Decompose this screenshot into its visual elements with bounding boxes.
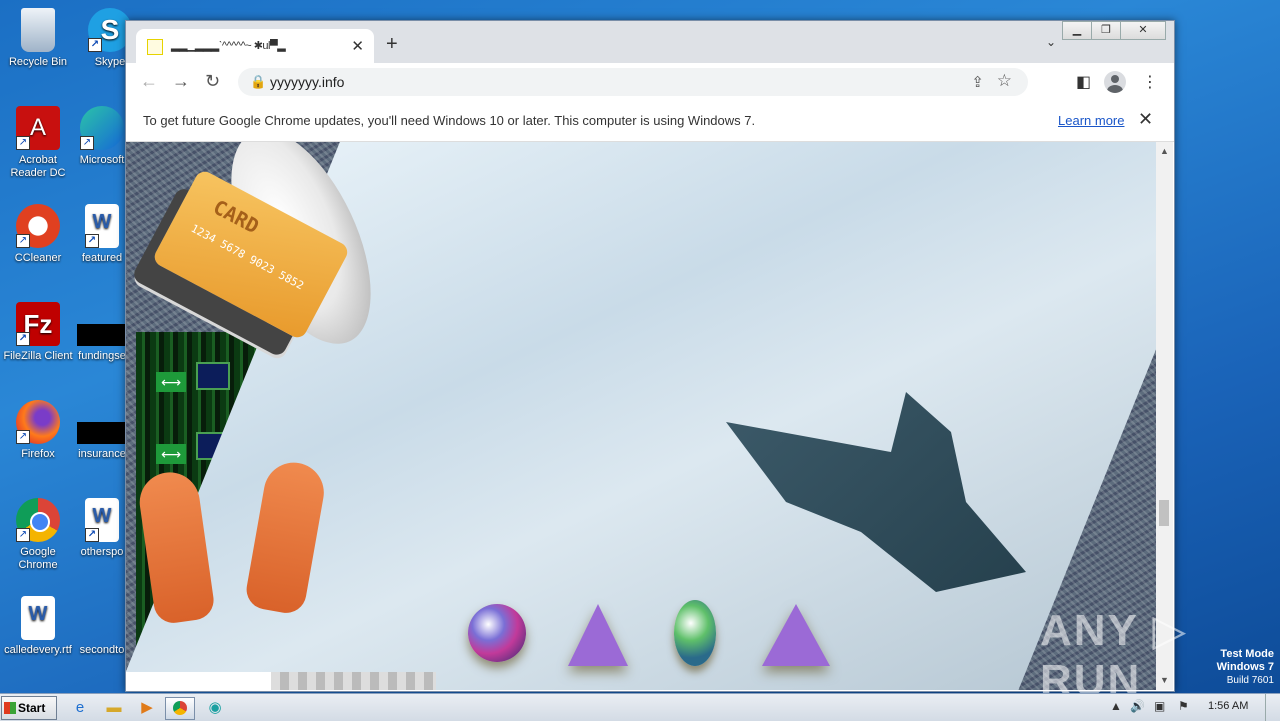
restore-button[interactable]: ❐ <box>1091 21 1121 40</box>
chrome-icon: ↗ <box>16 498 60 542</box>
window-controls: ▁ ❐ ✕ <box>1062 21 1166 40</box>
tab-search-chevron-icon[interactable]: ⌄ <box>1046 35 1056 49</box>
system-clock[interactable]: 1:56 AM <box>1208 700 1248 712</box>
ccleaner-icon: ↗ <box>16 204 60 248</box>
favicon-icon <box>147 39 163 55</box>
forward-button[interactable]: → <box>172 71 190 92</box>
glass-pyramid-image <box>762 604 830 666</box>
new-tab-button[interactable]: + <box>386 33 398 56</box>
file-icon <box>80 596 124 640</box>
building-window <box>196 362 230 390</box>
glass-pyramid-image <box>568 604 628 666</box>
desktop-icon-recycle-bin[interactable]: Recycle Bin <box>0 8 76 69</box>
bookmark-star-icon[interactable]: ☆ <box>997 71 1012 91</box>
firefox-icon: ↗ <box>16 400 60 444</box>
back-button[interactable]: ← <box>140 71 158 92</box>
start-button[interactable]: Start <box>1 696 57 720</box>
file-icon <box>77 422 127 444</box>
recycle-bin-icon <box>21 8 55 52</box>
address-bar[interactable]: 🔒 yyyyyyy.info ⇪ ☆ <box>238 68 1028 96</box>
word-doc-icon: W ↗ <box>85 204 119 248</box>
taskbar-media-player-icon[interactable]: ▶ <box>133 697 161 718</box>
reload-button[interactable]: ↻ <box>205 71 220 92</box>
desktop-icon-label: Recycle Bin <box>8 56 68 68</box>
arrow-icon: ⟷ <box>156 444 186 464</box>
white-strip <box>126 672 271 690</box>
show-desktop-button[interactable] <box>1265 694 1280 721</box>
side-panel-icon[interactable]: ◧ <box>1076 72 1091 92</box>
scroll-thumb[interactable] <box>1159 500 1169 526</box>
action-center-flag-icon[interactable]: ⚑ <box>1178 699 1189 713</box>
network-icon[interactable]: ▣ <box>1154 699 1165 713</box>
close-tab-icon[interactable]: ✕ <box>351 37 364 55</box>
windows-logo-icon <box>4 702 16 714</box>
start-label: Start <box>18 701 46 715</box>
volume-icon[interactable]: 🔊 <box>1130 699 1145 713</box>
edge-icon: ↗ <box>80 106 124 150</box>
filezilla-icon: Fz ↗ <box>16 302 60 346</box>
acrobat-icon: A ↗ <box>16 106 60 150</box>
glass-egg-image <box>674 600 716 666</box>
page-content[interactable]: ⟷ ⟷ CARD 1234 5678 9023 5852 <box>126 142 1156 690</box>
test-mode-notice: Test Mode Windows 7 Build 7601 <box>1217 648 1274 687</box>
taskbar-ie-icon[interactable]: e <box>66 697 94 718</box>
taskbar-chrome-icon[interactable] <box>165 697 195 720</box>
file-icon <box>77 324 127 346</box>
close-window-button[interactable]: ✕ <box>1120 21 1166 40</box>
test-mode-line: Build 7601 <box>1226 675 1274 686</box>
profile-avatar-icon[interactable] <box>1104 71 1126 93</box>
taskbar: Start e ▬ ▶ ◉ ▲ 🔊 ▣ ⚑ 1:56 AM <box>0 693 1280 721</box>
taskbar-explorer-icon[interactable]: ▬ <box>100 697 128 718</box>
word-doc-icon: W ↗ <box>85 498 119 542</box>
tray-expand-icon[interactable]: ▲ <box>1110 699 1122 713</box>
tab-strip: ▂▂▁▂▂▂ˋ^^^^^~ ✱ul▀▂ ✕ + ⌄ ▁ ❐ ✕ <box>126 21 1174 63</box>
tab-title: ▂▂▁▂▂▂ˋ^^^^^~ ✱ul▀▂ <box>171 40 286 52</box>
browser-tab[interactable]: ▂▂▁▂▂▂ˋ^^^^^~ ✱ul▀▂ ✕ <box>136 29 374 63</box>
checker-strip <box>271 672 436 690</box>
taskbar-edge-icon[interactable]: ◉ <box>201 697 229 718</box>
glass-orb-image <box>468 604 526 662</box>
scroll-up-icon[interactable]: ▲ <box>1160 146 1169 156</box>
update-infobar: To get future Google Chrome updates, you… <box>126 101 1174 142</box>
minimize-button[interactable]: ▁ <box>1062 21 1092 40</box>
learn-more-link[interactable]: Learn more <box>1058 113 1124 128</box>
browser-toolbar: ← → ↻ 🔒 yyyyyyy.info ⇪ ☆ ◧ ⋮ <box>126 63 1174 102</box>
infobar-close-icon[interactable]: ✕ <box>1138 109 1153 130</box>
lock-icon[interactable]: 🔒 <box>250 74 266 90</box>
test-mode-line: Test Mode <box>1220 648 1274 660</box>
share-icon[interactable]: ⇪ <box>971 73 984 91</box>
word-doc-icon: W <box>21 596 55 640</box>
arrow-icon: ⟷ <box>156 372 186 392</box>
menu-kebab-icon[interactable]: ⋮ <box>1142 72 1158 92</box>
chrome-window: ▂▂▁▂▂▂ˋ^^^^^~ ✱ul▀▂ ✕ + ⌄ ▁ ❐ ✕ ← → ↻ 🔒 … <box>125 20 1175 692</box>
card-text: CARD <box>209 194 264 239</box>
infobar-message: To get future Google Chrome updates, you… <box>143 113 756 128</box>
test-mode-line: Windows 7 <box>1216 661 1274 673</box>
address-text[interactable]: yyyyyyy.info <box>270 74 344 90</box>
